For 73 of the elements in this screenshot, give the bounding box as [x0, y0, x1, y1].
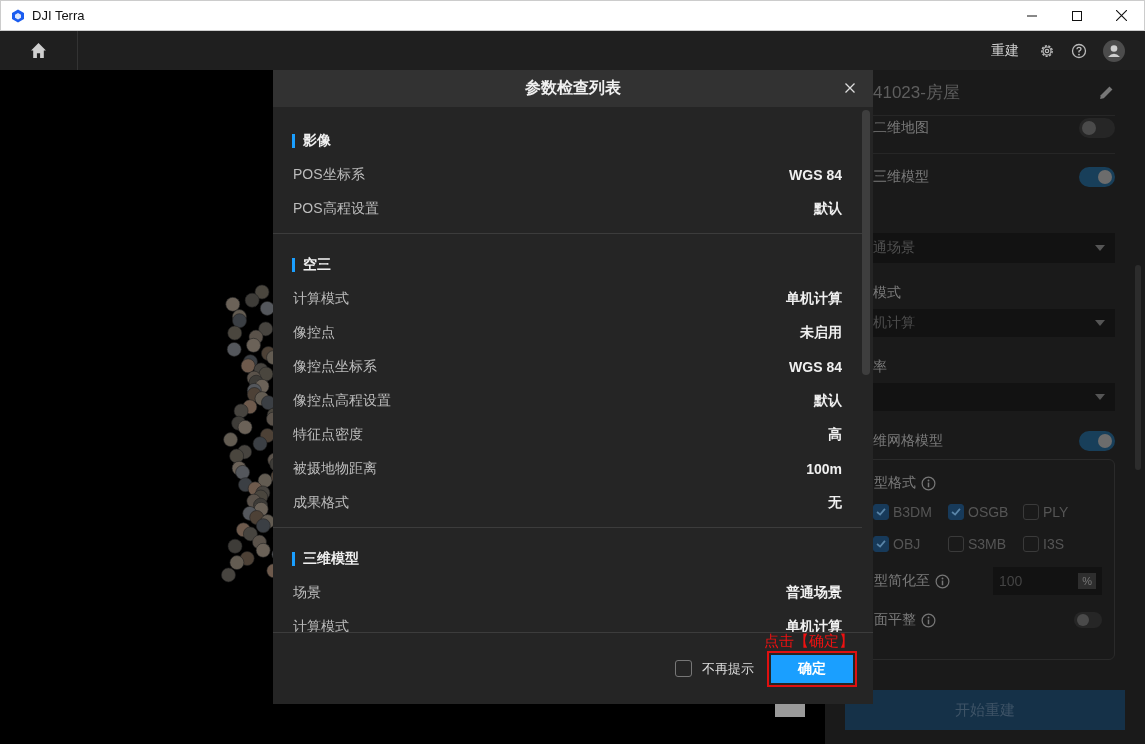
close-icon: [1116, 10, 1127, 21]
format-checkbox[interactable]: [873, 536, 889, 552]
toggle-switch[interactable]: [1079, 118, 1115, 138]
toggle-switch[interactable]: [1079, 167, 1115, 187]
format-label: 型格式: [874, 474, 916, 492]
param-label: 特征点密度: [293, 426, 363, 444]
format-checkbox[interactable]: [1023, 536, 1039, 552]
toggle-switch[interactable]: [1074, 612, 1102, 628]
format-label: PLY: [1043, 504, 1069, 520]
annotation-text: 点击【确定】: [764, 633, 854, 648]
close-icon[interactable]: [845, 83, 855, 93]
simplify-label: 型简化至: [874, 572, 930, 590]
param-label: 计算模式: [293, 618, 349, 632]
info-icon[interactable]: [935, 573, 950, 589]
settings-icon[interactable]: [1039, 42, 1055, 59]
param-value: WGS 84: [789, 359, 842, 375]
scene-dropdown[interactable]: 通场景: [873, 233, 1115, 263]
toggle-label: 维网格模型: [873, 432, 943, 450]
param-value: 单机计算: [786, 290, 842, 308]
pencil-icon[interactable]: [1098, 84, 1115, 101]
param-value: WGS 84: [789, 167, 842, 183]
window-title: DJI Terra: [32, 8, 85, 23]
param-label: 成果格式: [293, 494, 349, 512]
checkbox[interactable]: [675, 660, 692, 677]
format-label: S3MB: [968, 536, 1007, 552]
format-label: I3S: [1043, 536, 1064, 552]
toggle-label: 二维地图: [873, 119, 929, 137]
field-label: 模式: [873, 283, 901, 301]
section-heading: 影像: [303, 132, 331, 150]
param-label: POS高程设置: [293, 200, 379, 218]
param-value: 默认: [814, 200, 842, 218]
caret-icon: [1095, 320, 1105, 326]
toggle-switch[interactable]: [1079, 431, 1115, 451]
param-label: 场景: [293, 584, 321, 602]
maximize-icon: [1071, 10, 1082, 21]
app-logo-icon: [11, 8, 25, 23]
info-icon[interactable]: [921, 475, 936, 491]
format-checkbox[interactable]: [1023, 504, 1039, 520]
checkbox-label: 不再提示: [702, 659, 754, 678]
param-label: 计算模式: [293, 290, 349, 308]
percent-unit: %: [1078, 573, 1096, 589]
scrollbar[interactable]: [862, 110, 870, 375]
info-icon[interactable]: [921, 612, 936, 628]
caret-icon: [1095, 394, 1105, 400]
help-icon[interactable]: [1071, 42, 1087, 59]
param-value: 无: [828, 494, 842, 512]
format-label: OBJ: [893, 536, 921, 552]
format-checkbox[interactable]: [948, 536, 964, 552]
section-heading: 三维模型: [303, 550, 359, 568]
param-value: 默认: [814, 392, 842, 410]
avatar-icon[interactable]: [1103, 39, 1125, 62]
field-label: 率: [873, 357, 887, 375]
param-value: 高: [828, 426, 842, 444]
format-label: OSGB: [968, 504, 1009, 520]
param-value: 100m: [806, 461, 842, 477]
format-checkbox[interactable]: [948, 504, 964, 520]
param-label: POS坐标系: [293, 166, 365, 184]
param-label: 被摄地物距离: [293, 460, 377, 478]
caret-icon: [1095, 245, 1105, 251]
section-heading: 空三: [303, 256, 331, 274]
home-icon: [30, 42, 47, 59]
param-label: 像控点坐标系: [293, 358, 377, 376]
flatten-label: 面平整: [874, 611, 916, 629]
param-label: 像控点高程设置: [293, 392, 391, 410]
format-checkbox[interactable]: [873, 504, 889, 520]
rebuild-tab[interactable]: 重建: [991, 41, 1019, 60]
dialog-title: 参数检查列表: [525, 78, 621, 98]
toggle-label: 三维模型: [873, 168, 929, 186]
project-title: 41023-房屋: [873, 82, 960, 104]
format-label: B3DM: [893, 504, 932, 520]
param-value: 普通场景: [786, 584, 842, 602]
param-value: 未启用: [800, 324, 842, 342]
param-label: 像控点: [293, 324, 335, 342]
